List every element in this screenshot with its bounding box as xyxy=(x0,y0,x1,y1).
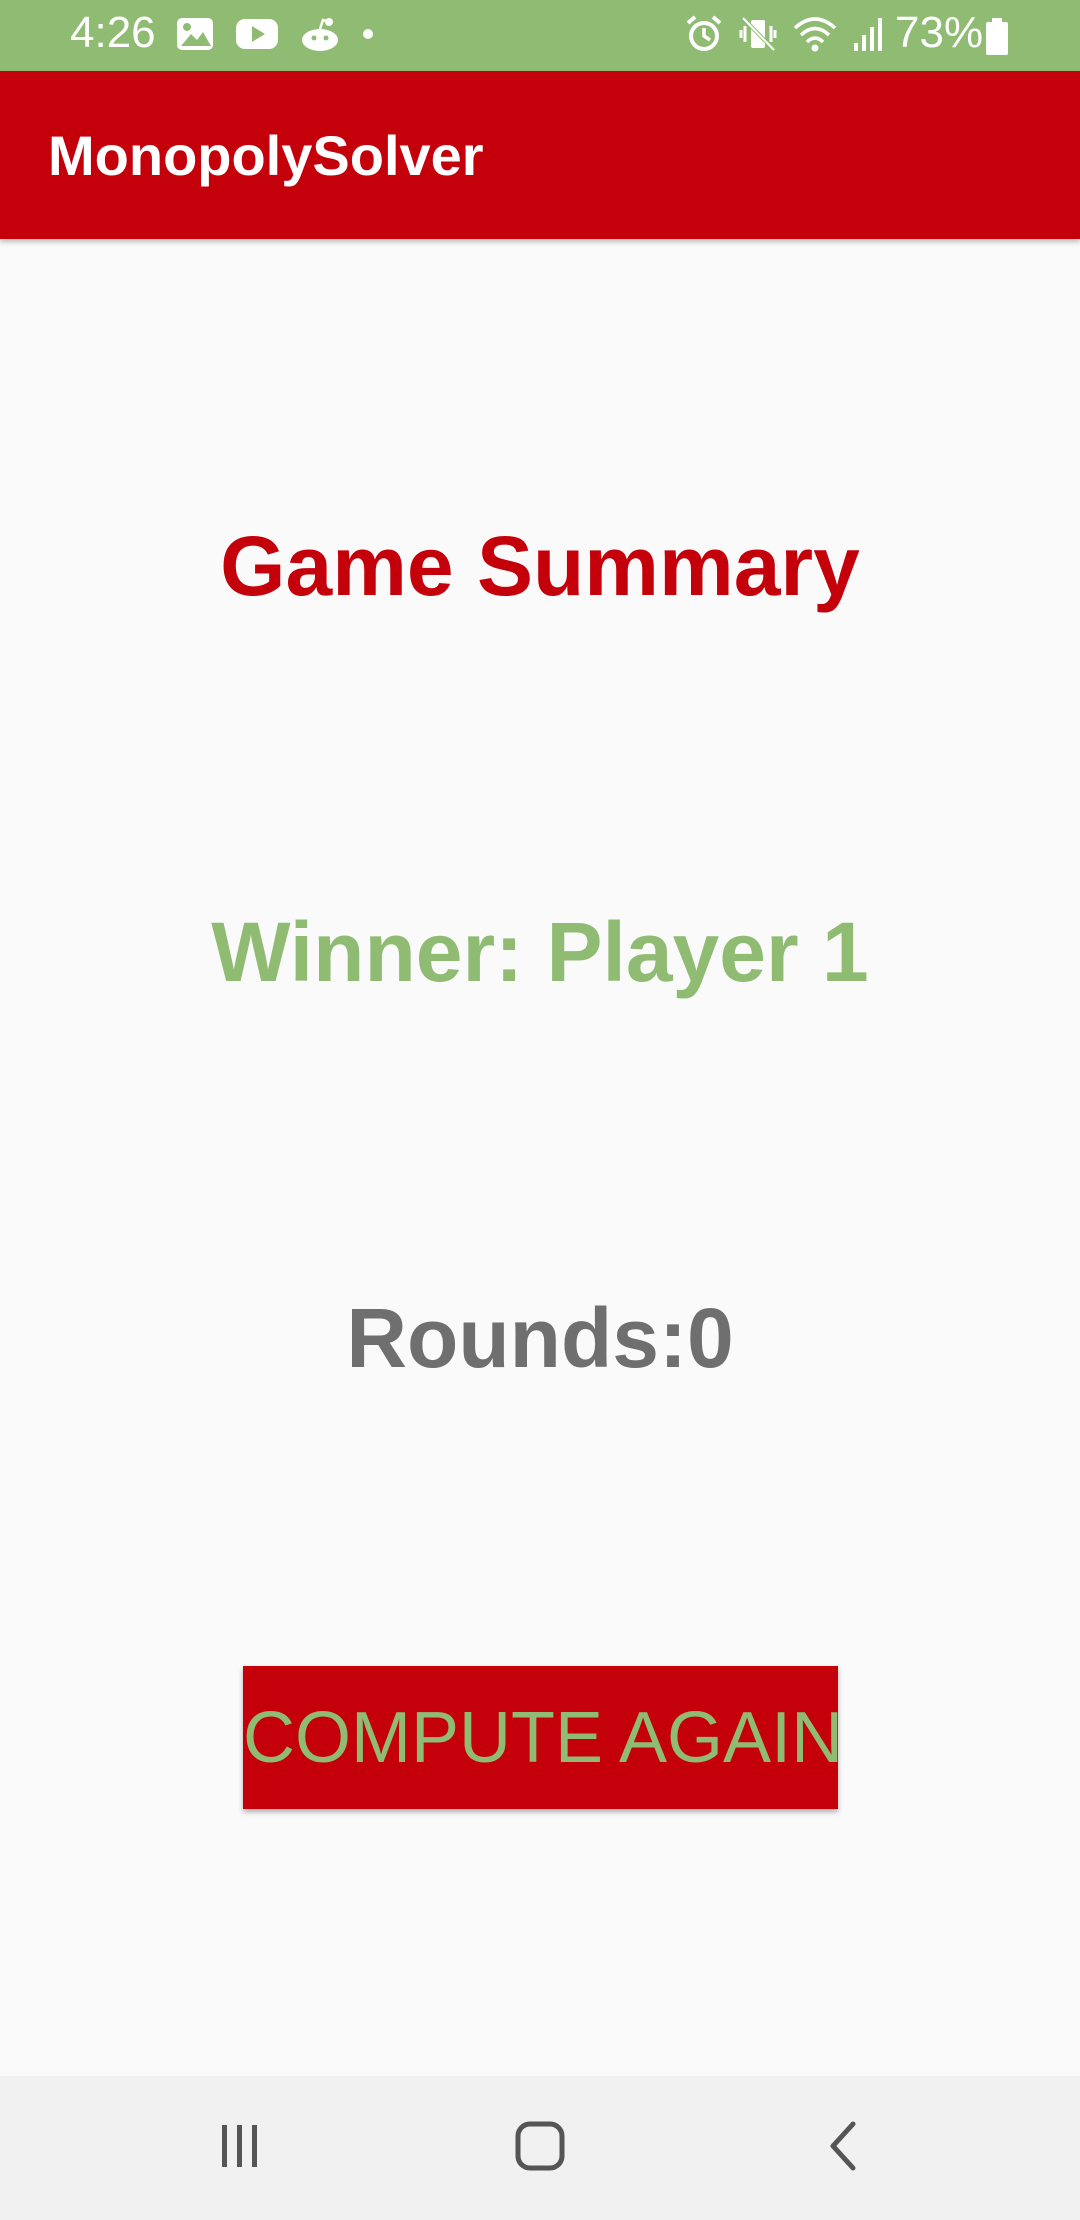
youtube-icon xyxy=(235,17,279,56)
app-title: MonopolySolver xyxy=(48,124,484,187)
screen: 4:26 73% MonopolySolver Game Summary Win… xyxy=(0,0,1080,2220)
winner-label: Winner: Player 1 xyxy=(211,905,869,999)
rounds-label: Rounds:0 xyxy=(346,1291,734,1385)
reddit-icon xyxy=(299,16,341,57)
vibrate-icon xyxy=(738,14,778,59)
signal-icon xyxy=(852,15,886,58)
game-summary-title: Game Summary xyxy=(220,519,860,613)
home-icon xyxy=(514,2120,566,2177)
navigation-bar xyxy=(0,2076,1080,2220)
compute-again-button[interactable]: COMPUTE AGAIN xyxy=(243,1666,838,1809)
status-left-icons xyxy=(175,16,375,57)
home-button[interactable] xyxy=(460,2076,620,2220)
wifi-icon xyxy=(792,14,838,59)
gallery-icon xyxy=(175,16,215,57)
back-icon xyxy=(823,2120,863,2177)
status-time: 4:26 xyxy=(70,8,156,57)
app-bar: MonopolySolver xyxy=(0,71,1080,239)
back-button[interactable] xyxy=(763,2076,923,2220)
recent-apps-icon xyxy=(216,2121,264,2176)
status-bar: 4:26 73% xyxy=(0,0,1080,71)
battery-percent: 73% xyxy=(895,8,984,57)
battery-icon xyxy=(985,18,1009,61)
status-right-icons xyxy=(684,14,886,59)
alarm-icon xyxy=(684,14,724,59)
recent-apps-button[interactable] xyxy=(160,2076,320,2220)
dot-icon xyxy=(361,27,375,46)
